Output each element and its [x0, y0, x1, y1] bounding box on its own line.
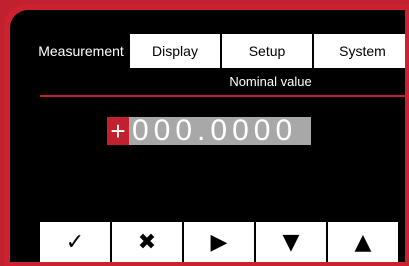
nominal-value-field[interactable]: 000.0000 [129, 116, 311, 146]
divider [40, 95, 405, 97]
right-arrow-button[interactable]: ▶ [184, 222, 254, 262]
triangle-down-icon: ▼ [282, 230, 300, 255]
sign-field[interactable]: + [107, 117, 129, 145]
tab-setup[interactable]: Setup [222, 34, 314, 68]
triangle-right-icon: ▶ [210, 230, 228, 255]
checkmark-icon: ✓ [65, 230, 85, 255]
confirm-button[interactable]: ✓ [40, 222, 110, 262]
button-row: ✓ ✖ ▶ ▼ ▲ [40, 222, 405, 262]
tab-system[interactable]: System [314, 34, 405, 68]
close-icon: ✖ [137, 230, 157, 255]
page-title: Nominal value [229, 73, 312, 89]
tab-measurement[interactable]: Measurement [32, 34, 130, 68]
up-arrow-button[interactable]: ▲ [328, 222, 398, 262]
triangle-up-icon: ▲ [354, 230, 372, 255]
tab-bar: Measurement Display Setup System [32, 34, 405, 68]
display-screen: Measurement Display Setup System Nominal… [10, 10, 405, 262]
cancel-button[interactable]: ✖ [112, 222, 182, 262]
down-arrow-button[interactable]: ▼ [256, 222, 326, 262]
tab-display[interactable]: Display [130, 34, 222, 68]
